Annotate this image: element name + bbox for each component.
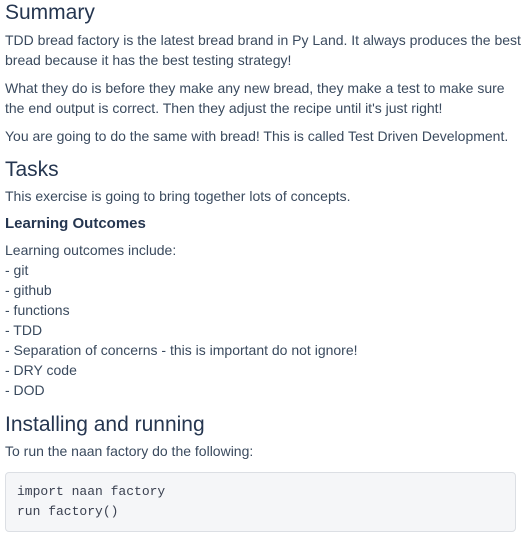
list-item: - DRY code — [5, 362, 77, 378]
code-line-2: run factory() — [17, 504, 119, 519]
tasks-heading: Tasks — [5, 158, 59, 181]
list-item: - github — [5, 282, 52, 298]
list-item: - TDD — [5, 322, 43, 338]
document: Summary TDD bread factory is the latest … — [0, 0, 528, 532]
summary-paragraph-2: What they do is before they make any new… — [5, 80, 505, 116]
code-line-1: import naan factory — [17, 484, 166, 499]
summary-paragraph-3: You are going to do the same with bread!… — [5, 128, 509, 144]
list-item: - functions — [5, 302, 70, 318]
code-block[interactable]: import naan factory run factory() — [5, 472, 516, 532]
list-item: - Separation of concerns - this is impor… — [5, 342, 358, 358]
learning-outcomes-intro: Learning outcomes include: — [5, 242, 177, 258]
installing-intro: To run the naan factory do the following… — [5, 443, 254, 459]
summary-heading: Summary — [5, 1, 95, 24]
tasks-intro: This exercise is going to bring together… — [5, 188, 351, 204]
list-item: - git — [5, 262, 29, 278]
installing-heading: Installing and running — [5, 413, 205, 436]
list-item: - DOD — [5, 382, 45, 398]
learning-outcomes-heading: Learning Outcomes — [5, 215, 146, 232]
summary-paragraph-1: TDD bread factory is the latest bread br… — [5, 32, 521, 68]
learning-outcomes-list: Learning outcomes include: - git - githu… — [5, 240, 523, 400]
